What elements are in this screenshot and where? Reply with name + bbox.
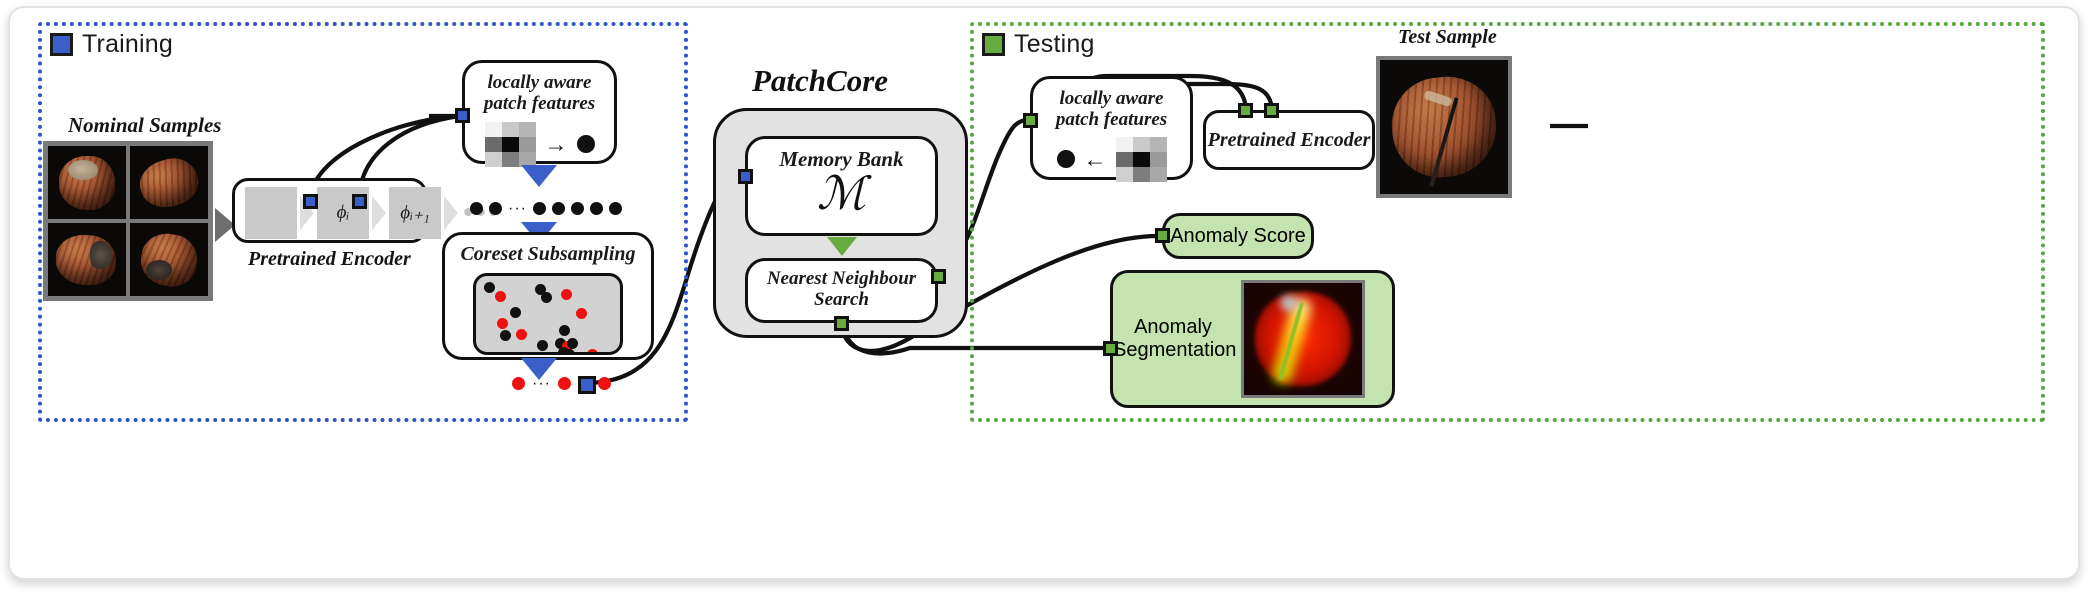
testing-patch-output-dot [1056,150,1075,169]
testing-patch-arrow: ← [1083,145,1107,172]
training-feature-dot-sequence: ··· [470,200,622,216]
chip-nnsearch-right [931,269,946,284]
nearest-neighbour-line1: Nearest Neighbour [766,268,917,289]
testing-patch-features-box: locally aware patch features ← [1030,76,1193,182]
testing-patch-features-line2: patch features [1055,109,1168,131]
arrow-patch-to-dots [521,165,557,187]
anomaly-segmentation-line1: Anomaly [1134,316,1212,338]
chip-memory-bank-input [738,169,753,184]
anomaly-score-box: Anomaly Score [1162,213,1314,259]
training-badge-label: Training [82,30,173,58]
nominal-sample-1 [48,146,126,219]
training-patch-heatmap [484,121,536,167]
nominal-sample-4 [130,223,208,296]
test-sample-caption: Test Sample [1398,26,1497,48]
testing-encoder-label: Pretrained Encoder [1207,128,1371,151]
chip-phi-i [303,194,318,209]
testing-pretrained-encoder: Pretrained Encoder [1203,110,1375,170]
encoder-block-0 [245,187,297,239]
chip-anomaly-segmentation-input [1103,341,1118,356]
anomaly-segmentation-line2: Segmentation [1113,339,1237,361]
chip-test-encoder-tap-b [1264,103,1279,118]
testing-badge-label: Testing [1014,30,1095,58]
nominal-sample-2 [130,146,208,219]
testing-patch-features-line1: locally aware [1059,88,1164,109]
testing-badge-swatch [982,33,1005,56]
testing-patch-heatmap [1115,136,1167,182]
chip-anomaly-score-input [1155,228,1170,243]
training-pretrained-encoder: ϕᵢ ϕᵢ₊₁ ••• [232,178,499,243]
coreset-scatter [473,273,623,355]
chip-phi-i1 [352,194,367,209]
training-badge: Training [50,30,173,59]
anomaly-score-label: Anomaly Score [1170,224,1306,247]
memory-bank-box: Memory Bank ℳ [745,136,938,236]
coreset-title: Coreset Subsampling [460,243,636,265]
training-badge-swatch [50,33,73,56]
memory-bank-symbol: ℳ [816,167,867,219]
chip-coreset-output [578,376,596,394]
training-patch-arrow: → [544,130,568,157]
anomaly-segmentation-box: Anomaly Segmentation [1110,270,1395,408]
nearest-neighbour-line2: Search [814,289,869,311]
test-sample-image [1376,56,1512,198]
arrow-memorybank-to-nnsearch [827,237,857,256]
encoder-block-phi-i1-label: ϕᵢ₊₁ [400,202,430,224]
diagram-canvas: Training Nominal Samples ϕᵢ ϕᵢ₊₁ ••• Pre… [10,8,2078,578]
training-patch-features-box: locally aware patch features → [462,60,617,167]
encoder-arrow-1 [372,196,386,230]
nominal-samples-caption: Nominal Samples [68,113,222,137]
encoder-arrow-2 [444,196,458,230]
patchcore-title: PatchCore [752,63,889,98]
nominal-sample-3 [48,223,126,296]
training-patch-output-dot [576,135,595,154]
nominal-samples-grid [43,141,213,301]
chip-test-encoder-tap-a [1238,103,1253,118]
nearest-neighbour-box: Nearest Neighbour Search [745,258,938,323]
training-encoder-caption: Pretrained Encoder [248,248,411,270]
chip-training-patch-input [455,108,470,123]
chip-nnsearch-bottom [834,316,849,331]
training-patch-features-line1: locally aware [487,72,592,93]
coreset-output-dot-sequence: ··· [512,375,611,391]
encoder-block-phi-i1: ϕᵢ₊₁ [389,187,441,239]
training-patch-features-line2: patch features [483,93,596,115]
anomaly-heatmap-image [1241,280,1365,398]
testing-badge: Testing [982,30,1095,59]
chip-testing-patch-input [1023,113,1038,128]
figure-frame: Training Nominal Samples ϕᵢ ϕᵢ₊₁ ••• Pre… [8,6,2080,580]
